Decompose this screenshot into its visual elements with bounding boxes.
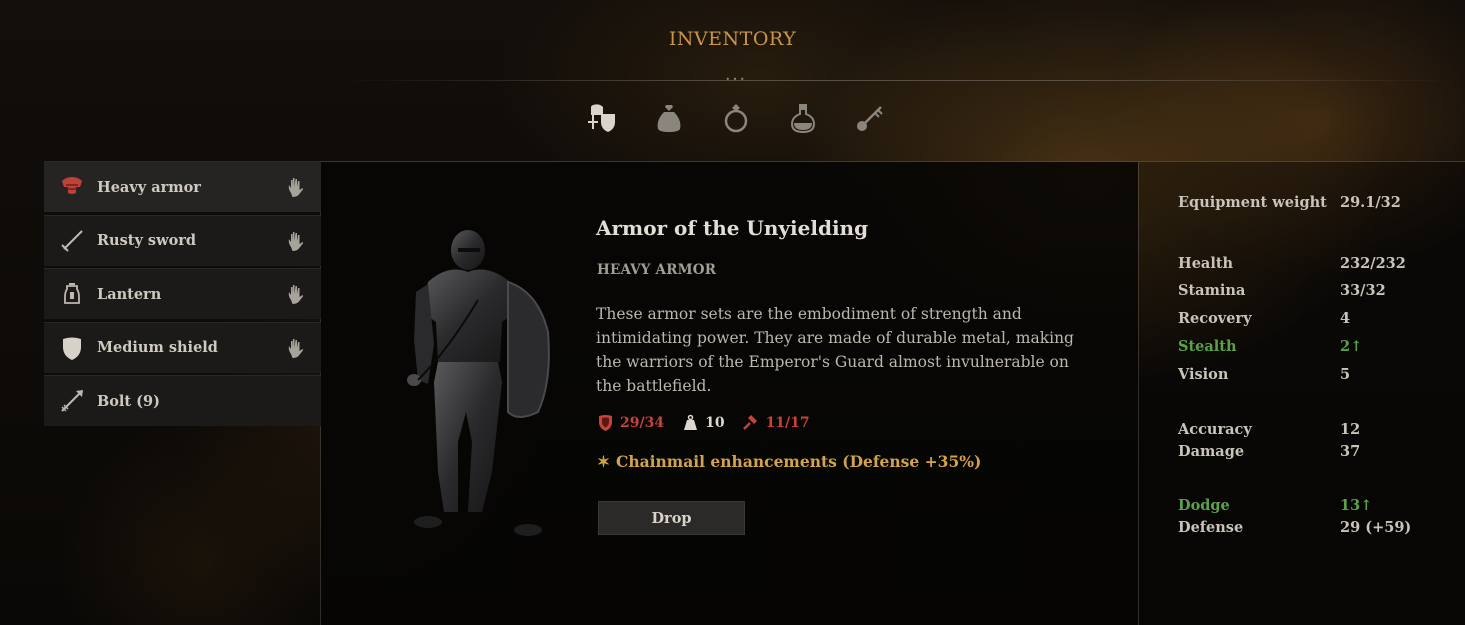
- tab-keys[interactable]: [852, 100, 888, 136]
- stat-label-damage: Damage: [1178, 443, 1245, 460]
- tab-potions[interactable]: [785, 100, 821, 136]
- weight-icon: [684, 414, 698, 430]
- item-label: Medium shield: [97, 339, 218, 356]
- list-item-bolt[interactable]: Bolt (9): [44, 375, 321, 426]
- tab-equipment[interactable]: [584, 100, 620, 136]
- stat-value-accuracy: 12: [1340, 421, 1361, 438]
- item-type: HEAVY ARMOR: [597, 262, 717, 278]
- stat-value-defense: 29 (+59): [1340, 519, 1412, 536]
- armor-shield-icon: [599, 415, 612, 431]
- stat-label-stealth: Stealth: [1178, 338, 1237, 355]
- durability-stat: 11/17: [742, 414, 810, 431]
- item-preview-image: [407, 230, 550, 536]
- stat-label-vision: Vision: [1178, 366, 1229, 383]
- ring-icon: [724, 104, 748, 133]
- stat-label-dodge: Dodge: [1178, 497, 1230, 514]
- armor-and-weapons-icon: [588, 104, 615, 132]
- divider-ornament: • • •: [725, 75, 745, 84]
- stat-label-health: Health: [1178, 255, 1234, 272]
- list-item-lantern[interactable]: Lantern: [44, 268, 321, 319]
- title-divider: [340, 80, 1460, 81]
- equipped-hand-icon: [288, 231, 303, 251]
- equipped-hand-icon: [288, 178, 303, 197]
- stat-label-stamina: Stamina: [1178, 282, 1246, 299]
- inventory-list: Heavy armor Rusty sword Lantern Medium s…: [44, 161, 321, 429]
- item-description: These armor sets are the embodiment of s…: [596, 305, 1074, 395]
- stat-value-equipment-weight: 29.1/32: [1340, 194, 1401, 211]
- shield-icon: [58, 334, 86, 362]
- item-name: Armor of the Unyielding: [596, 216, 869, 240]
- drop-button[interactable]: Drop: [598, 501, 745, 535]
- durability-value: 11/17: [765, 414, 810, 431]
- stat-label-defense: Defense: [1178, 519, 1244, 536]
- equipped-hand-icon: [288, 285, 303, 304]
- key-icon: [857, 106, 883, 131]
- equipped-hand-icon: [288, 338, 303, 358]
- stats-panel: [1139, 162, 1465, 625]
- item-label: Heavy armor: [97, 178, 201, 196]
- tab-bag[interactable]: [651, 100, 687, 136]
- enhancement-label: Chainmail enhancements (Defense +35%): [616, 452, 982, 471]
- enhancement-star-icon: ✶: [597, 452, 610, 471]
- weight-stat: 10: [682, 414, 725, 431]
- list-item-heavy-armor[interactable]: Heavy armor: [44, 161, 321, 212]
- tab-rings[interactable]: [718, 100, 754, 136]
- stat-value-dodge: 13↑: [1340, 497, 1373, 514]
- stat-label-equipment-weight: Equipment weight: [1178, 194, 1327, 211]
- stat-label-accuracy: Accuracy: [1178, 421, 1252, 438]
- item-label: Bolt (9): [97, 392, 160, 410]
- category-tabs: [584, 100, 888, 140]
- sword-icon: [58, 227, 86, 255]
- bag-icon: [657, 105, 681, 132]
- potion-icon: [790, 104, 816, 134]
- weight-value: 10: [705, 414, 725, 431]
- stat-value-damage: 37: [1340, 443, 1361, 460]
- page-title: INVENTORY: [668, 28, 797, 50]
- item-label: Rusty sword: [97, 232, 197, 249]
- hammer-icon: [742, 415, 757, 430]
- list-item-rusty-sword[interactable]: Rusty sword: [44, 214, 321, 266]
- stat-value-vision: 5: [1340, 366, 1351, 383]
- stat-label-recovery: Recovery: [1178, 310, 1252, 327]
- item-stats-row: 29/34 10 11/17: [597, 414, 828, 431]
- panel-divider-right: [1138, 162, 1139, 625]
- heavy-armor-icon: [58, 173, 86, 201]
- enhancement-text: ✶ Chainmail enhancements (Defense +35%): [597, 452, 981, 471]
- stat-value-recovery: 4: [1340, 310, 1351, 327]
- lantern-icon: [58, 280, 86, 308]
- stat-value-stamina: 33/32: [1340, 282, 1386, 299]
- stat-value-stealth: 2↑: [1340, 338, 1363, 355]
- item-label: Lantern: [97, 285, 162, 303]
- list-item-medium-shield[interactable]: Medium shield: [44, 321, 321, 373]
- bolt-icon: [58, 387, 86, 415]
- stat-value-health: 232/232: [1340, 255, 1406, 272]
- defense-value: 29/34: [620, 414, 665, 431]
- defense-stat: 29/34: [597, 414, 664, 431]
